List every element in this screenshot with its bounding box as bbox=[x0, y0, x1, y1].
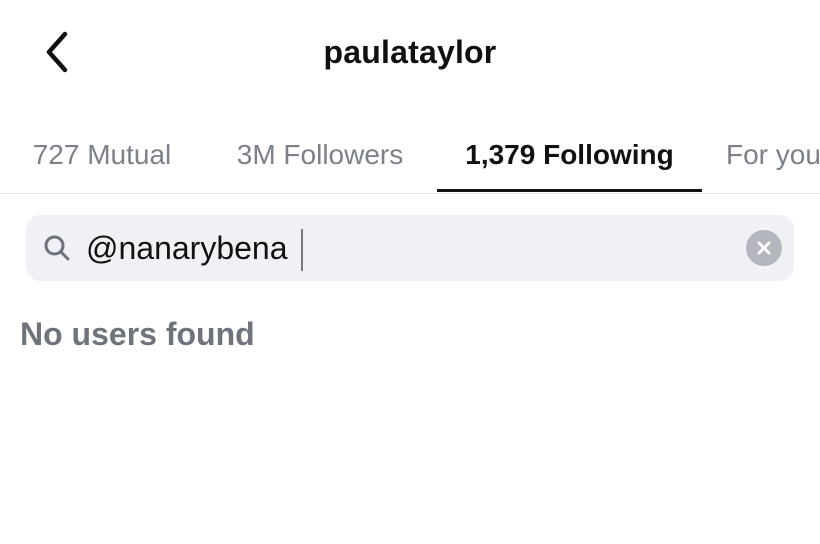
search-icon bbox=[44, 235, 70, 261]
empty-results-message: No users found bbox=[20, 316, 255, 352]
search-bar[interactable] bbox=[26, 215, 794, 281]
tab-bar: 727 Mutual 3M Followers 1,379 Following … bbox=[0, 118, 820, 194]
clear-icon bbox=[757, 241, 771, 255]
tab-following[interactable]: 1,379 Following bbox=[437, 118, 702, 192]
tab-label: 1,379 Following bbox=[465, 139, 674, 170]
search-input[interactable] bbox=[86, 223, 726, 273]
tab-for-you[interactable]: For you bbox=[726, 118, 820, 192]
tab-label: 3M Followers bbox=[236, 139, 404, 170]
tab-mutual[interactable]: 727 Mutual bbox=[4, 118, 200, 192]
tab-label: 727 Mutual bbox=[32, 139, 172, 170]
header: paulataylor bbox=[0, 0, 820, 108]
tab-label: For you bbox=[726, 139, 820, 170]
clear-search-button[interactable] bbox=[746, 230, 782, 266]
active-tab-indicator bbox=[437, 189, 702, 192]
text-cursor bbox=[301, 229, 303, 271]
page-title: paulataylor bbox=[323, 34, 497, 70]
tab-followers[interactable]: 3M Followers bbox=[211, 118, 429, 192]
